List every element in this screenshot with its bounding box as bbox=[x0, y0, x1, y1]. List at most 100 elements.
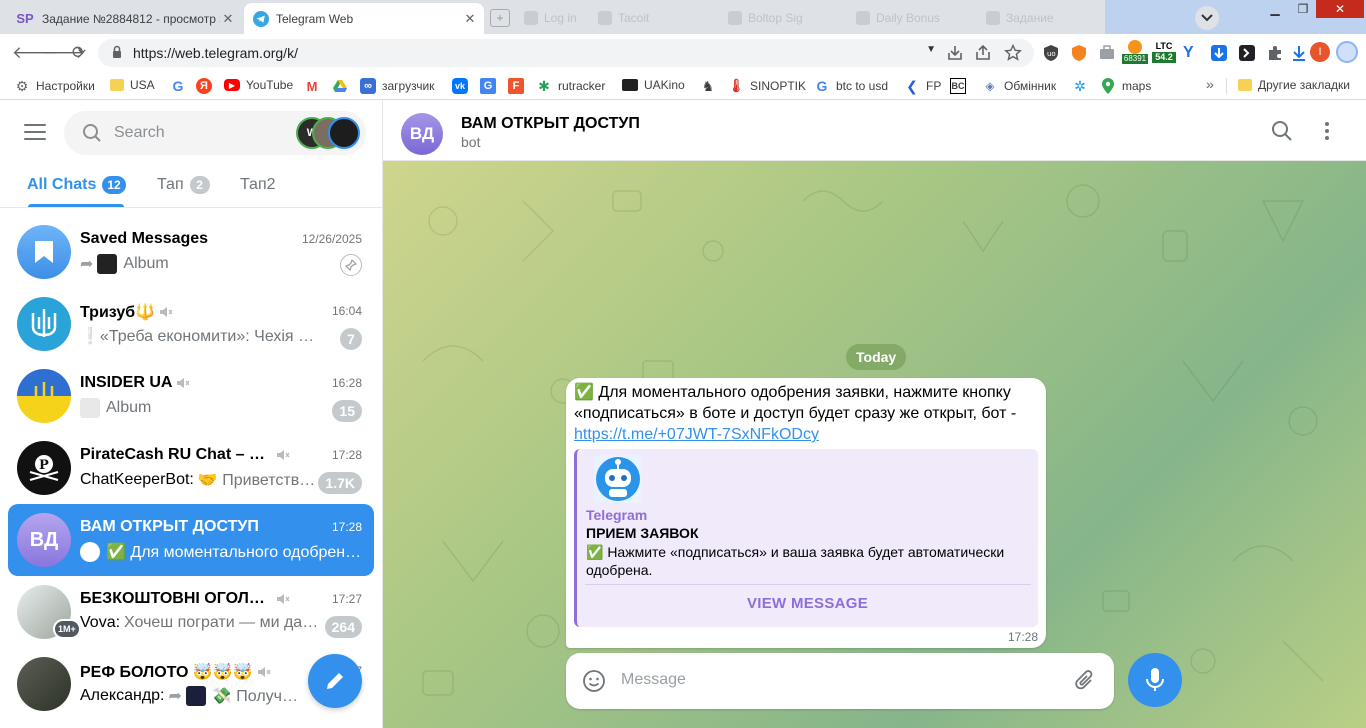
bookmark-item[interactable]: ◈ Обмінник bbox=[982, 78, 1056, 94]
message-link[interactable]: https://t.me/+07JWT-7SxNFkODcy bbox=[574, 426, 819, 443]
close-window-button[interactable]: ✕ bbox=[1316, 0, 1364, 18]
bookmark-item[interactable]: UAKino bbox=[622, 78, 685, 92]
bookmark-item[interactable]: ✲ bbox=[1072, 78, 1094, 94]
folder-tab-tap2[interactable]: Тап2 bbox=[240, 176, 276, 194]
more-bookmarks-button[interactable]: » bbox=[1206, 76, 1214, 92]
bookmark-item[interactable]: vk bbox=[452, 78, 474, 94]
menu-hamburger-icon[interactable] bbox=[24, 124, 46, 142]
download-helper-icon[interactable] bbox=[1210, 44, 1228, 62]
new-message-button[interactable] bbox=[308, 654, 362, 708]
bookmark-item[interactable]: 🌡 SINOPTIK bbox=[728, 78, 806, 94]
briefcase-icon[interactable] bbox=[1098, 44, 1116, 62]
sp-favicon-icon: SP bbox=[16, 11, 34, 26]
link-preview[interactable]: Telegram ПРИЕМ ЗАЯВОК ✅ Нажмите «подписа… bbox=[574, 449, 1038, 627]
browser-tab-ghost[interactable]: Задание bbox=[986, 8, 1054, 28]
bookmark-item[interactable]: USA bbox=[110, 78, 155, 92]
bookmark-item[interactable]: ♞ bbox=[700, 78, 722, 94]
new-tab-button[interactable]: + bbox=[490, 8, 510, 28]
story-avatar[interactable] bbox=[328, 117, 360, 149]
back-button[interactable]: 🡐 bbox=[12, 42, 58, 64]
install-icon[interactable] bbox=[946, 44, 964, 62]
forward-button[interactable]: 🡒 bbox=[40, 42, 86, 64]
other-bookmarks-folder[interactable]: Другие закладки bbox=[1238, 78, 1350, 92]
bookmark-item[interactable]: maps bbox=[1100, 78, 1151, 94]
browser-tab-ghost[interactable]: Boltop Sig bbox=[728, 8, 803, 28]
voice-record-button[interactable] bbox=[1128, 653, 1182, 707]
reload-button[interactable]: ⟳ bbox=[68, 42, 90, 64]
chat-item-tryzub[interactable]: Тризуб🔱 16:04 ❕«Треба економити»: Чехія … bbox=[8, 288, 374, 360]
terminal-extension-icon[interactable] bbox=[1238, 44, 1256, 62]
maximize-button[interactable]: ❐ bbox=[1286, 0, 1320, 18]
profile-avatar[interactable]: I bbox=[1310, 42, 1330, 62]
close-tab-icon[interactable]: ✕ bbox=[462, 11, 478, 27]
profile-menu-icon[interactable] bbox=[1336, 41, 1358, 63]
chat-item-saved-messages[interactable]: Saved Messages 12/26/2025 ➦ Album bbox=[8, 216, 374, 288]
bookmark-item[interactable]: M bbox=[304, 78, 326, 94]
unread-count-badge: 2 bbox=[189, 176, 210, 194]
chat-item-insider-ua[interactable]: INSIDER UA 16:28 Album 15 bbox=[8, 360, 374, 432]
bookmark-item[interactable]: ❮ FP bbox=[904, 78, 941, 94]
share-icon[interactable] bbox=[974, 44, 992, 62]
uakino-icon bbox=[622, 79, 638, 91]
btc-price: 68391 bbox=[1122, 54, 1148, 64]
browser-tab-ghost[interactable]: Daily Bonus bbox=[856, 8, 940, 28]
bookmark-item[interactable]: ∞ загрузчик bbox=[360, 78, 434, 94]
browser-tab-ghost[interactable]: Tacoit bbox=[598, 8, 649, 28]
chat-name: INSIDER UA bbox=[80, 374, 290, 392]
browser-tab-task[interactable]: SP Задание №2884812 - просмотр з ✕ bbox=[6, 3, 242, 34]
browser-tab-telegram[interactable]: Telegram Web ✕ bbox=[244, 3, 484, 34]
chat-item-vam-otkryt-dostup[interactable]: ВД ВАМ ОТКРЫТ ДОСТУП 17:28 ✅ Для момента… bbox=[8, 504, 374, 576]
tab-search-button[interactable] bbox=[1195, 6, 1219, 30]
search-icon[interactable] bbox=[1271, 120, 1293, 142]
search-input[interactable]: Search W bbox=[64, 111, 366, 155]
bookmark-star-icon[interactable] bbox=[1004, 44, 1022, 62]
lock-icon bbox=[113, 45, 121, 58]
close-tab-icon[interactable]: ✕ bbox=[220, 11, 236, 27]
bookmark-item[interactable]: Gbtc to usd bbox=[814, 78, 888, 94]
bookmark-item[interactable]: F bbox=[508, 78, 530, 94]
chat-item-ads[interactable]: 1M+ БЕЗКОШТОВНІ ОГОЛОШЕН… 17:27 Vova:Хоч… bbox=[8, 576, 374, 648]
chat-item-piratecash[interactable]: P PirateCash RU Chat – обсуж… 17:28 Chat… bbox=[8, 432, 374, 504]
bookmark-item[interactable] bbox=[332, 78, 354, 94]
folder-tab-all-chats[interactable]: All Chats 12 bbox=[27, 176, 126, 194]
message-bubble[interactable]: ✅ Для моментального одобрения заявки, на… bbox=[566, 378, 1046, 648]
bookmark-item[interactable]: ▶ YouTube bbox=[224, 78, 293, 92]
brave-shield-icon[interactable] bbox=[1070, 44, 1088, 62]
insider-ua-avatar bbox=[17, 369, 71, 423]
bookmark-item[interactable]: Я bbox=[196, 78, 218, 94]
bookmark-item[interactable]: ✱ rutracker bbox=[536, 78, 605, 94]
message-input[interactable]: Message bbox=[621, 671, 686, 689]
ublock-icon[interactable]: uo bbox=[1042, 44, 1060, 62]
folder-tab-tap[interactable]: Тап 2 bbox=[157, 176, 210, 194]
y-extension-icon[interactable]: Y bbox=[1183, 44, 1201, 62]
chat-header[interactable]: ВД ВАМ ОТКРЫТ ДОСТУП bot bbox=[383, 100, 1366, 161]
downloads-icon[interactable] bbox=[1290, 44, 1308, 62]
chat-subtitle: bot bbox=[461, 134, 481, 150]
trident-icon bbox=[34, 382, 54, 408]
bookmark-item[interactable]: ⚙ Настройки bbox=[14, 78, 95, 94]
extensions-puzzle-icon[interactable] bbox=[1266, 44, 1284, 62]
view-message-button[interactable]: VIEW MESSAGE bbox=[577, 595, 1038, 612]
album-thumbnail bbox=[97, 254, 118, 274]
chat-header-avatar[interactable]: ВД bbox=[401, 113, 443, 155]
bookmark-item[interactable]: G bbox=[170, 78, 192, 94]
more-options-icon[interactable] bbox=[1323, 120, 1331, 142]
browser-tab-ghost[interactable]: Log in bbox=[524, 8, 577, 28]
muted-icon bbox=[277, 594, 290, 604]
address-bar[interactable]: https://web.telegram.org/k/ ▼ bbox=[98, 39, 1034, 67]
bookmark-item[interactable]: BC bbox=[950, 78, 972, 94]
bookmark-item[interactable]: G bbox=[480, 78, 502, 94]
emoji-icon[interactable] bbox=[582, 669, 606, 693]
attach-paperclip-icon[interactable] bbox=[1074, 669, 1096, 693]
chat-preview: ✅ Для моментального одобрен… bbox=[80, 542, 362, 562]
chat-time: 12/26/2025 bbox=[301, 232, 362, 246]
dropdown-icon[interactable]: ▼ bbox=[926, 44, 936, 55]
chat-name: Тризуб🔱 bbox=[80, 302, 290, 322]
ltc-ticker-icon[interactable]: LTC 54.2 bbox=[1152, 40, 1176, 66]
trident-icon bbox=[31, 309, 57, 337]
message-composer[interactable]: Message bbox=[566, 653, 1114, 709]
chat-preview: ChatKeeperBot: 🤝 Приветств… bbox=[80, 471, 316, 489]
btc-ticker-icon[interactable]: 68391 bbox=[1122, 40, 1148, 66]
unread-count-badge: 264 bbox=[324, 616, 362, 638]
infinity-icon: ∞ bbox=[360, 78, 376, 94]
